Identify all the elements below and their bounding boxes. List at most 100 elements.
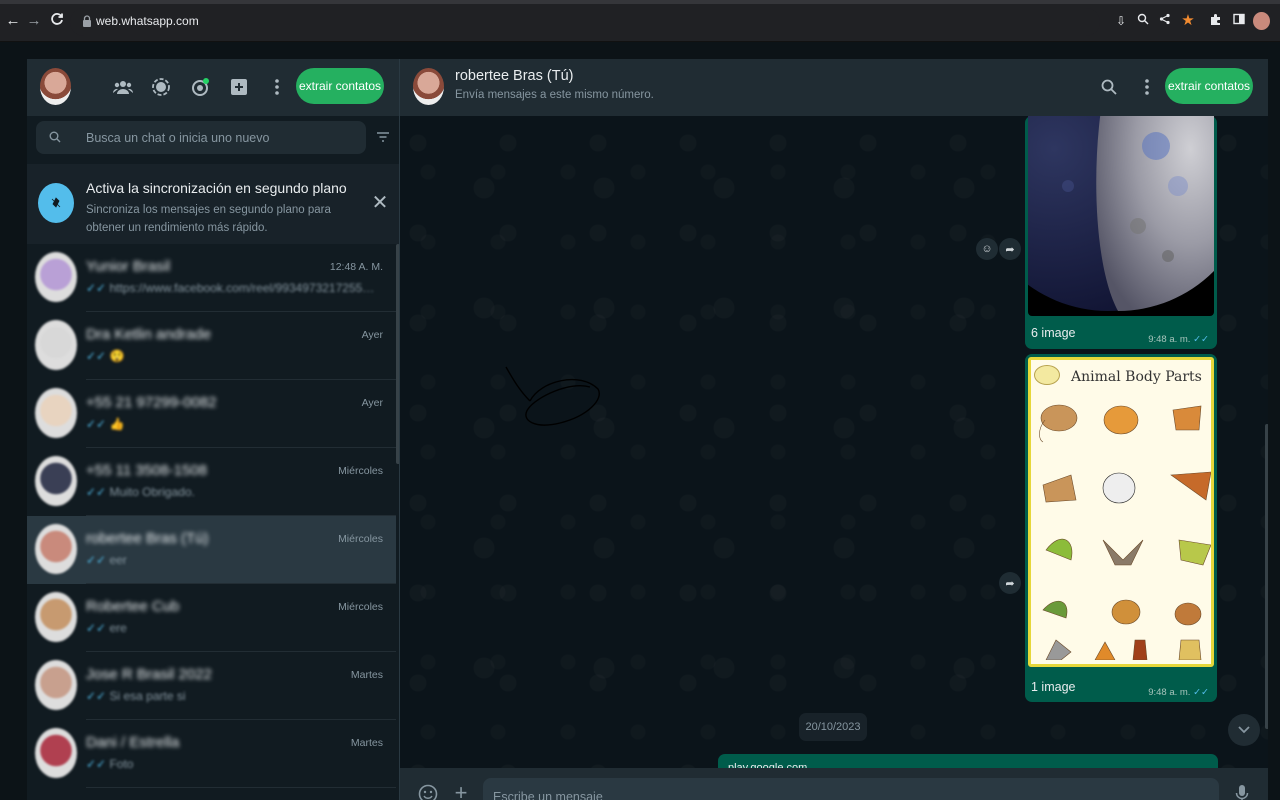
- channels-icon[interactable]: [188, 75, 212, 99]
- conversation-header[interactable]: robertee Bras (Tú) Envía mensajes a este…: [400, 59, 1268, 116]
- chat-time: Miércoles: [338, 533, 383, 545]
- chat-avatar: [35, 388, 77, 438]
- chat-list-pane: extrair contatos Busca un chat o inicia …: [27, 59, 400, 800]
- my-avatar[interactable]: [40, 68, 71, 105]
- chat-time: 12:48 A. M.: [329, 261, 383, 273]
- filter-icon[interactable]: [376, 131, 390, 143]
- chat-list-item[interactable]: robertee Bras (Tú) Miércoles ✓✓ eer: [27, 516, 396, 584]
- chat-avatar: [35, 456, 77, 506]
- status-icon[interactable]: [149, 75, 173, 99]
- lock-icon: [83, 15, 91, 27]
- chat-name: Dani / Estrella: [86, 734, 180, 751]
- install-icon[interactable]: ⇩: [1113, 13, 1129, 29]
- chat-avatar: [35, 660, 77, 710]
- message-input[interactable]: Escribe un mensaje: [483, 778, 1219, 800]
- background-sync-banner[interactable]: Activa la sincronización en segundo plan…: [27, 164, 399, 244]
- forward-arrow-icon[interactable]: →: [25, 12, 43, 30]
- close-icon[interactable]: ✕: [371, 193, 389, 213]
- search-messages-icon[interactable]: [1097, 75, 1121, 99]
- contact-name: robertee Bras (Tú): [455, 68, 574, 84]
- animal-body-parts-image[interactable]: Animal Body Parts: [1028, 357, 1214, 667]
- chat-preview: ✓✓ Foto: [86, 757, 134, 771]
- chat-avatar: [35, 320, 77, 370]
- chat-name: +55 21 97299-0082: [86, 394, 217, 411]
- address-bar[interactable]: [70, 8, 1100, 36]
- chat-divider: [86, 787, 396, 788]
- message-input-placeholder: Escribe un mensaje: [493, 790, 603, 800]
- zoom-icon[interactable]: [1135, 13, 1151, 29]
- chat-name: Jose R Brasil 2022: [86, 666, 212, 683]
- chat-list-item[interactable]: Robertee Cub Miércoles ✓✓ ere: [27, 584, 396, 652]
- extract-contacts-button-right[interactable]: extrair contatos: [1165, 68, 1253, 104]
- chat-time: Martes: [350, 737, 383, 749]
- chat-time: Miércoles: [338, 465, 383, 477]
- emoji-icon[interactable]: [418, 784, 438, 800]
- extract-contacts-button[interactable]: extrair contatos: [296, 68, 384, 104]
- attach-plus-icon[interactable]: +: [451, 782, 471, 800]
- chat-list-item[interactable]: +55 11 3508-1508 Miércoles ✓✓ Muito Obriga…: [27, 448, 396, 516]
- image-title: Animal Body Parts: [1071, 369, 1202, 385]
- menu-kebab-icon[interactable]: [265, 75, 289, 99]
- chat-list-item[interactable]: +55 21 97299-0082 Ayer ✓✓ 👍: [27, 380, 396, 448]
- chat-list-item[interactable]: Dra Ketlin andrade Ayer ✓✓ 😲: [27, 312, 396, 380]
- bookmark-star-icon[interactable]: ★: [1180, 13, 1196, 29]
- search-input[interactable]: Busca un chat o inicia uno nuevo: [36, 121, 366, 154]
- sync-banner-title: Activa la sincronización en segundo plan…: [86, 180, 347, 196]
- scroll-down-icon[interactable]: [1228, 714, 1260, 746]
- chat-name: robertee Bras (Tú): [86, 530, 209, 547]
- contact-status: Envía mensajes a este mismo número.: [455, 89, 654, 101]
- back-arrow-icon[interactable]: ←: [4, 12, 22, 30]
- image-message[interactable]: Animal Body Parts 1 image 9:48 a. m. ✓✓: [1025, 354, 1217, 702]
- chat-avatar: [35, 592, 77, 642]
- message-caption: 6 image: [1031, 326, 1076, 340]
- chat-name: +55 11 3508-1508: [86, 462, 208, 479]
- chat-avatar: [35, 252, 77, 302]
- chat-list-item[interactable]: Jose R Brasil 2022 Martes ✓✓ Si esa parte …: [27, 652, 396, 720]
- communities-icon[interactable]: [111, 75, 135, 99]
- moon-image[interactable]: [1028, 116, 1214, 316]
- profile-avatar[interactable]: [1253, 12, 1270, 30]
- left-header: extrair contatos: [27, 59, 399, 116]
- new-chat-icon[interactable]: [227, 75, 251, 99]
- chat-preview: ✓✓ eer: [86, 553, 127, 567]
- sync-banner-icon: [38, 183, 74, 223]
- chat-preview: ✓✓ Muito Obrigado.: [86, 485, 195, 499]
- chat-list: Yunior Brasil 12:48 A. M. ✓✓ https://www.f…: [27, 244, 396, 788]
- chat-list-item[interactable]: Dani / Estrella Martes ✓✓ Foto: [27, 720, 396, 788]
- chat-name: Dra Ketlin andrade: [86, 326, 212, 343]
- url-text[interactable]: web.whatsapp.com: [96, 14, 199, 28]
- message-caption: 1 image: [1031, 680, 1076, 694]
- contact-avatar[interactable]: [413, 68, 444, 105]
- logo-badge: [1034, 365, 1060, 385]
- microphone-icon[interactable]: [1232, 784, 1252, 800]
- message-time: 9:48 a. m. ✓✓: [1148, 687, 1209, 698]
- chat-time: Miércoles: [338, 601, 383, 613]
- chat-preview: ✓✓ Si esa parte si: [86, 689, 186, 703]
- react-emoji-icon[interactable]: ☺: [976, 238, 998, 260]
- share-icon[interactable]: [1157, 13, 1173, 29]
- chat-preview: ✓✓ 👍: [86, 417, 125, 431]
- date-separator: 20/10/2023: [799, 713, 867, 741]
- conversation-menu-icon[interactable]: [1135, 75, 1159, 99]
- chat-list-item[interactable]: Yunior Brasil 12:48 A. M. ✓✓ https://www.f…: [27, 244, 396, 312]
- chat-time: Ayer: [361, 329, 383, 341]
- conversation-pane: robertee Bras (Tú) Envía mensajes a este…: [400, 59, 1268, 800]
- extensions-icon[interactable]: [1207, 13, 1223, 29]
- reload-icon[interactable]: [48, 12, 66, 30]
- forward-icon[interactable]: ➦: [999, 238, 1021, 260]
- message-composer: + Escribe un mensaje: [400, 768, 1268, 800]
- search-row: Busca un chat o inicia uno nuevo: [27, 116, 399, 164]
- forward-icon[interactable]: ➦: [999, 572, 1021, 594]
- chat-time: Martes: [350, 669, 383, 681]
- side-panel-icon[interactable]: [1231, 13, 1247, 29]
- image-message[interactable]: 6 image 9:48 a. m. ✓✓: [1025, 116, 1217, 349]
- drawn-doodle: [505, 366, 600, 426]
- message-area: 6 image 9:48 a. m. ✓✓ ☺ ➦ Animal Body Pa…: [400, 116, 1268, 784]
- chat-preview: ✓✓ ere: [86, 621, 127, 635]
- sync-banner-subtitle: Sincroniza los mensajes en segundo plano…: [86, 204, 331, 234]
- chat-avatar: [35, 524, 77, 574]
- message-time: 9:48 a. m. ✓✓: [1148, 334, 1209, 345]
- chat-name: Robertee Cub: [86, 598, 180, 615]
- search-icon: [49, 131, 61, 143]
- chat-avatar: [35, 728, 77, 778]
